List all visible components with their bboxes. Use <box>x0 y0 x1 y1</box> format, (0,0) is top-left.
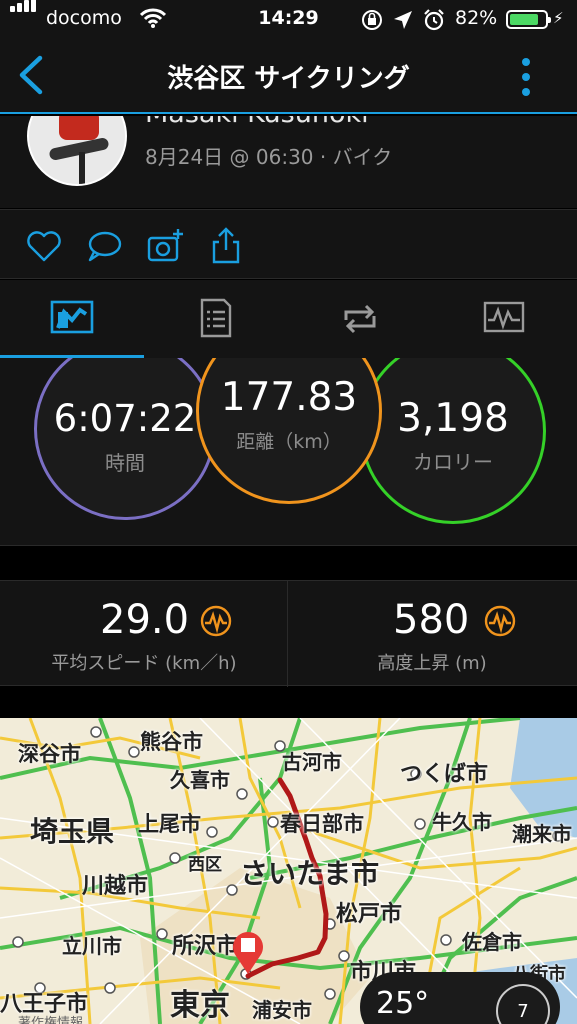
map-label: 川越市 <box>82 874 149 899</box>
activity-wave-icon <box>484 605 516 637</box>
map-label: 春日部市 <box>280 812 364 836</box>
map-label: 所沢市 <box>172 934 239 959</box>
map-label: 潮来市 <box>512 822 572 846</box>
summary-circles: 6:07:22 時間 3,198 カロリー 177.83 距離（km） <box>0 358 577 546</box>
location-arrow-icon <box>394 11 412 29</box>
map-label: 佐倉市 <box>462 930 522 954</box>
calories-value: 3,198 <box>397 396 509 441</box>
map-attribution[interactable]: 著作権情報 <box>18 1012 83 1024</box>
charging-icon: ⚡ <box>553 9 564 27</box>
distance-label: 距離（km） <box>236 431 342 453</box>
map-pin-icon[interactable] <box>230 928 266 976</box>
rotation-lock-icon <box>362 10 382 30</box>
add-photo-icon[interactable] <box>146 226 186 266</box>
tab-overview[interactable] <box>0 280 144 358</box>
map-label: 牛久市 <box>432 810 492 834</box>
elevation-gain-value: 580 <box>393 597 470 643</box>
tab-repeat[interactable] <box>288 280 432 358</box>
map-label: つくば市 <box>400 762 489 787</box>
status-bar: docomo 14:29 82% ⚡ <box>0 0 577 38</box>
map-label: さいたま市 <box>240 857 380 890</box>
route-map[interactable]: 深谷市 熊谷市 古河市 つくば市 久喜市 牛久市 上尾市 春日部市 埼玉県 潮来… <box>0 718 577 1024</box>
time-ring[interactable]: 6:07:22 時間 <box>34 358 216 520</box>
avg-speed-metric[interactable]: 29.0 平均スピード (km／h) <box>0 581 288 687</box>
map-label: 東京 <box>170 988 230 1023</box>
map-label: 浦安市 <box>252 998 312 1022</box>
action-row <box>0 209 577 279</box>
wind-speed: 7 <box>517 1001 529 1022</box>
heart-icon[interactable] <box>24 226 64 266</box>
map-label: 深谷市 <box>18 742 81 766</box>
distance-value: 177.83 <box>220 375 358 420</box>
wind-icon: 7 <box>496 984 550 1024</box>
avatar[interactable] <box>27 116 127 186</box>
nav-header: 渋谷区 サイクリング <box>0 38 577 114</box>
battery-icon <box>506 10 551 29</box>
chart-icon <box>483 301 525 333</box>
map-label: 西区 <box>188 855 222 875</box>
map-label: 松戸市 <box>336 902 403 927</box>
detail-tabs <box>0 280 577 358</box>
map-stats-icon <box>50 300 94 334</box>
weather-widget[interactable]: 25° 7 <box>360 972 560 1024</box>
metrics-row: 29.0 平均スピード (km／h) 580 高度上昇 (m) <box>0 580 577 687</box>
map-label: 立川市 <box>62 934 122 958</box>
battery-percent: 82% <box>455 7 498 29</box>
elevation-gain-metric[interactable]: 580 高度上昇 (m) <box>288 581 576 687</box>
distance-ring[interactable]: 177.83 距離（km） <box>196 358 382 504</box>
elevation-gain-label: 高度上昇 (m) <box>377 653 487 674</box>
tab-charts[interactable] <box>432 280 576 358</box>
map-label: 上尾市 <box>138 812 201 836</box>
tab-laps[interactable] <box>144 280 288 358</box>
vertical-dots-icon[interactable] <box>512 54 542 100</box>
calories-ring[interactable]: 3,198 カロリー <box>360 358 546 524</box>
time-value: 6:07:22 <box>53 397 197 440</box>
share-icon[interactable] <box>206 226 246 266</box>
avg-speed-label: 平均スピード (km／h) <box>51 653 237 674</box>
repeat-icon <box>344 304 376 334</box>
alarm-icon <box>424 9 444 31</box>
laps-list-icon <box>200 298 232 338</box>
page-title: 渋谷区 サイクリング <box>167 64 410 94</box>
activity-owner: Masaki Kusunoki 8月24日 @ 06:30 · バイク <box>0 116 577 208</box>
map-label: 熊谷市 <box>140 730 203 754</box>
temperature: 25° <box>376 986 430 1021</box>
map-label: 久喜市 <box>170 768 230 792</box>
calories-label: カロリー <box>413 450 493 474</box>
activity-wave-icon <box>200 605 232 637</box>
time-label: 時間 <box>105 451 145 475</box>
user-name[interactable]: Masaki Kusunoki <box>145 116 369 129</box>
map-label: 埼玉県 <box>30 815 115 848</box>
avg-speed-value: 29.0 <box>100 597 190 643</box>
comment-icon[interactable] <box>84 226 124 266</box>
activity-meta: 8月24日 @ 06:30 · バイク <box>145 145 393 169</box>
map-label: 古河市 <box>282 750 342 774</box>
